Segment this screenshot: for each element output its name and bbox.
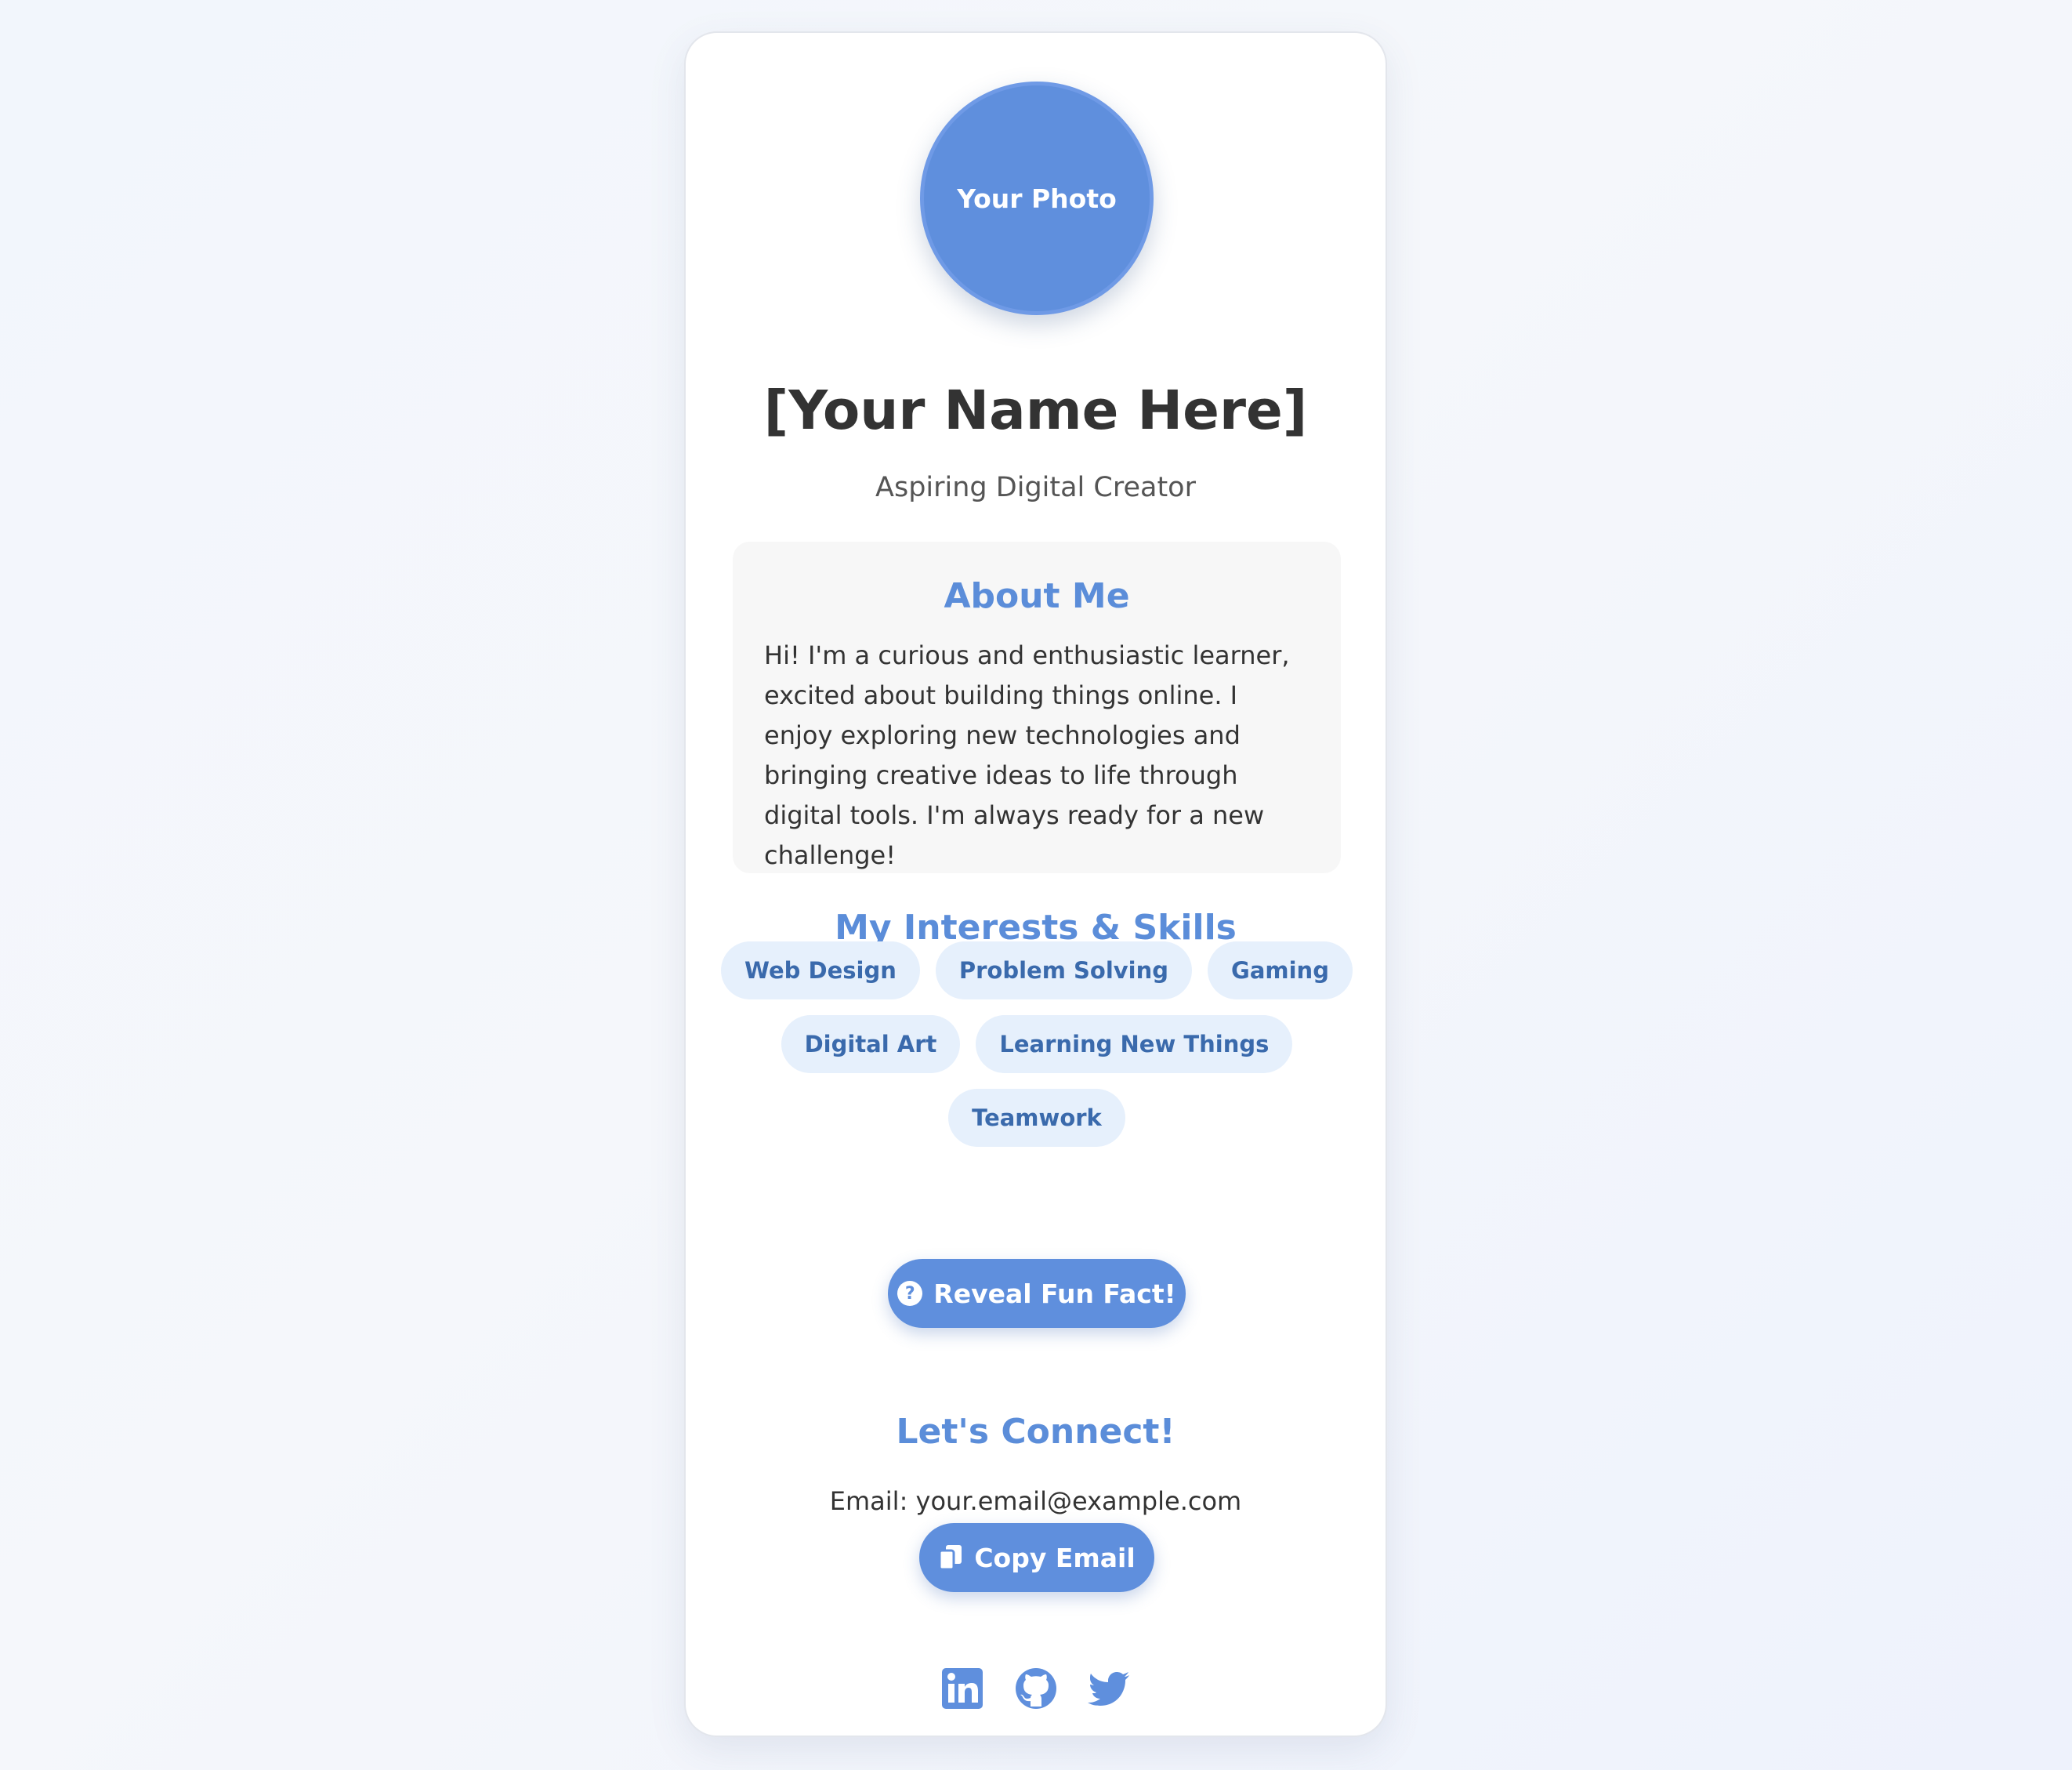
interest-tag-learning-new-things: Learning New Things (976, 1015, 1293, 1073)
question-circle-icon: ? (897, 1281, 923, 1306)
github-icon[interactable] (1014, 1667, 1058, 1710)
about-section: About Me Hi! I'm a curious and enthusias… (733, 542, 1341, 873)
copy-email-label: Copy Email (974, 1542, 1136, 1573)
profile-tagline: Aspiring Digital Creator (875, 472, 1196, 503)
photo-placeholder-label: Your Photo (957, 183, 1117, 214)
profile-photo: Your Photo (920, 82, 1154, 315)
reveal-fun-fact-label: Reveal Fun Fact! (933, 1278, 1176, 1309)
interest-tag-problem-solving: Problem Solving (935, 941, 1193, 999)
interest-tag-web-design: Web Design (721, 941, 920, 999)
interest-tags: Web Design Problem Solving Gaming Digita… (717, 941, 1357, 1147)
reveal-fun-fact-button[interactable]: ? Reveal Fun Fact! (888, 1259, 1186, 1328)
profile-name: [Your Name Here] (763, 379, 1308, 442)
interest-tag-digital-art: Digital Art (781, 1015, 961, 1073)
linkedin-icon[interactable] (940, 1667, 984, 1710)
interest-tag-gaming: Gaming (1208, 941, 1353, 999)
about-title: About Me (944, 576, 1130, 616)
about-text: Hi! I'm a curious and enthusiastic learn… (764, 640, 1290, 870)
email-text: Email: your.email@example.com (829, 1486, 1242, 1516)
interest-tag-teamwork: Teamwork (948, 1089, 1125, 1147)
copy-icon (938, 1545, 962, 1571)
copy-email-button[interactable]: Copy Email (919, 1523, 1154, 1592)
twitter-icon[interactable] (1087, 1667, 1132, 1710)
social-links (686, 1667, 1386, 1710)
connect-title: Let's Connect! (896, 1412, 1175, 1452)
profile-card: Your Photo [Your Name Here] Aspiring Dig… (684, 31, 1387, 1737)
